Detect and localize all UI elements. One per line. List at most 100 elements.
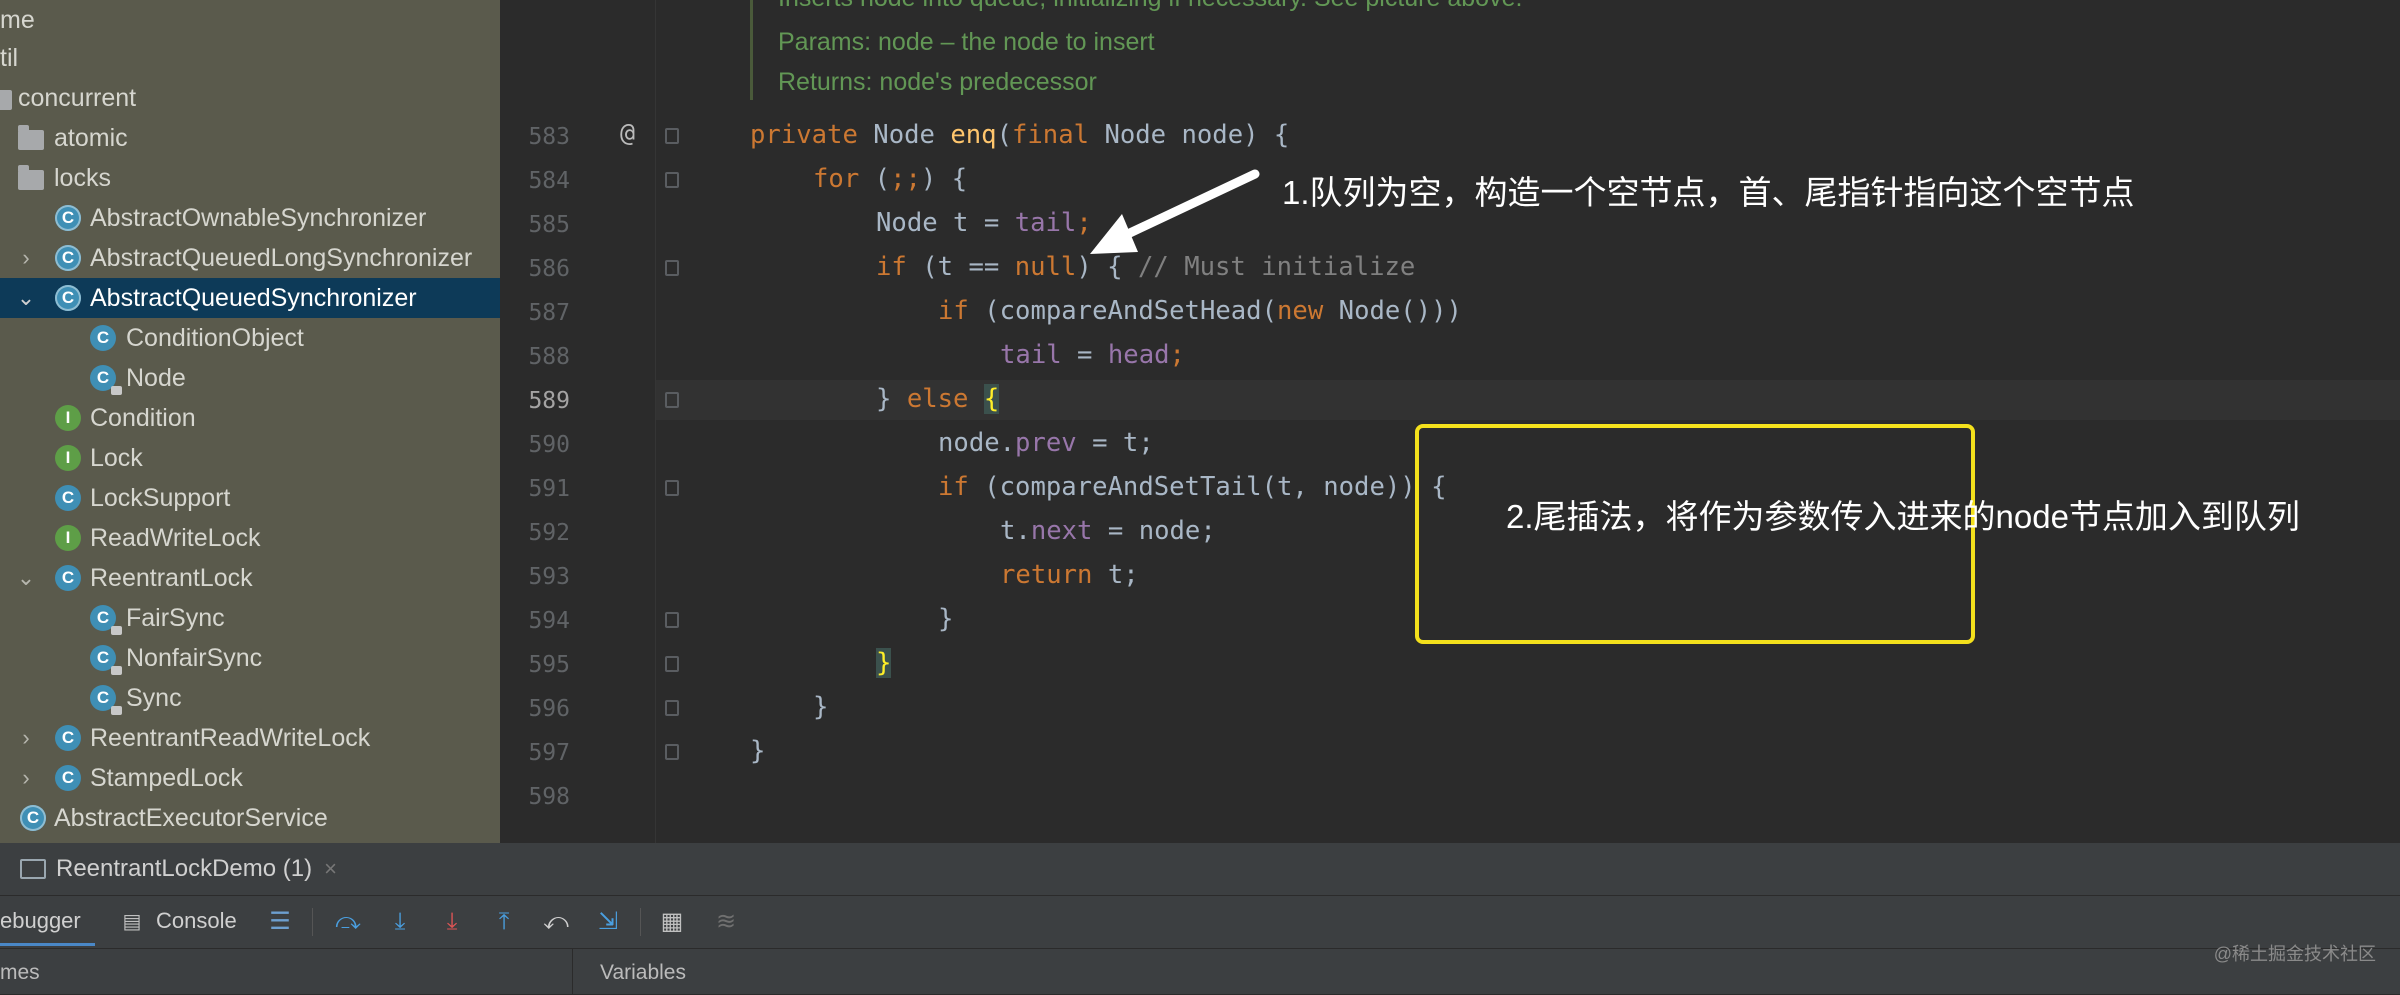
- step-over-icon[interactable]: ⤼: [334, 908, 362, 936]
- code-line-current[interactable]: } else {: [876, 384, 1000, 414]
- line-number[interactable]: 595: [500, 652, 570, 678]
- fold-marker-icon[interactable]: [665, 612, 679, 628]
- tree-item-reentrant-read-write-lock[interactable]: › C ReentrantReadWriteLock: [0, 718, 500, 758]
- tree-item-home[interactable]: me: [0, 0, 500, 40]
- tree-item-label: AbstractOwnableSynchronizer: [90, 203, 427, 232]
- fold-marker-icon[interactable]: [665, 656, 679, 672]
- line-number[interactable]: 585: [500, 212, 570, 238]
- code-line[interactable]: private Node enq(final Node node) {: [750, 120, 1289, 150]
- chevron-down-icon[interactable]: ⌄: [16, 287, 36, 309]
- code-token: =: [1061, 340, 1108, 370]
- line-number[interactable]: 584: [500, 168, 570, 194]
- tree-item-stamped-lock[interactable]: › C StampedLock: [0, 758, 500, 798]
- tree-item-condition[interactable]: I Condition: [0, 398, 500, 438]
- chevron-right-icon[interactable]: ›: [16, 247, 36, 269]
- tree-item-sync[interactable]: C Sync: [0, 678, 500, 718]
- drop-frame-icon[interactable]: ⤺: [542, 908, 570, 936]
- code-line[interactable]: if (compareAndSetTail(t, node)) {: [938, 472, 1447, 502]
- line-number[interactable]: 594: [500, 608, 570, 634]
- evaluate-expression-icon[interactable]: ▦: [658, 908, 686, 936]
- fold-marker-icon[interactable]: [665, 480, 679, 496]
- line-number[interactable]: 597: [500, 740, 570, 766]
- fold-marker-icon[interactable]: [665, 260, 679, 276]
- tree-item-atomic[interactable]: atomic: [0, 118, 500, 158]
- line-number[interactable]: 590: [500, 432, 570, 458]
- line-number-current[interactable]: 589: [500, 388, 570, 414]
- code-line[interactable]: }: [750, 736, 765, 766]
- class-icon: C: [90, 605, 122, 635]
- code-comment: // Must initialize: [1137, 252, 1416, 282]
- tree-item-abstract-ownable-synchronizer[interactable]: C AbstractOwnableSynchronizer: [0, 198, 500, 238]
- step-into-icon[interactable]: ⤓: [386, 908, 414, 936]
- override-marker-icon[interactable]: @: [620, 118, 635, 147]
- tree-item-node[interactable]: C Node: [0, 358, 500, 398]
- variables-panel-title[interactable]: Variables: [600, 961, 686, 985]
- code-token: prev: [1015, 428, 1077, 458]
- trace-stream-icon[interactable]: ≋: [712, 908, 740, 936]
- tree-item-read-write-lock[interactable]: I ReadWriteLock: [0, 518, 500, 558]
- code-line[interactable]: tail = head;: [1000, 340, 1185, 370]
- force-step-into-icon[interactable]: ⤓: [438, 908, 466, 936]
- code-line[interactable]: if (t == null) { // Must initialize: [876, 252, 1415, 282]
- code-line[interactable]: if (compareAndSetHead(new Node())): [938, 296, 1462, 326]
- run-to-cursor-icon[interactable]: ⇲: [594, 908, 622, 936]
- code-line[interactable]: for (;;) {: [813, 164, 967, 194]
- abstract-class-icon: C: [55, 205, 81, 231]
- chevron-down-icon[interactable]: ⌄: [16, 567, 36, 589]
- tree-item-abstract-executor-service[interactable]: C AbstractExecutorService: [0, 798, 500, 838]
- tree-item-nonfair-sync[interactable]: C NonfairSync: [0, 638, 500, 678]
- line-number[interactable]: 592: [500, 520, 570, 546]
- line-number[interactable]: 583: [500, 124, 570, 150]
- panel-divider[interactable]: [572, 949, 573, 995]
- layout-icon[interactable]: ☰: [266, 908, 294, 936]
- code-token: Node())): [1338, 296, 1462, 326]
- tree-item-concurrent[interactable]: concurrent: [0, 78, 500, 118]
- chevron-right-icon[interactable]: ›: [16, 767, 36, 789]
- line-number[interactable]: 588: [500, 344, 570, 370]
- chevron-right-icon[interactable]: ›: [16, 727, 36, 749]
- tree-item-condition-object[interactable]: C ConditionObject: [0, 318, 500, 358]
- tree-item-label: ConditionObject: [126, 323, 304, 352]
- code-line[interactable]: Node t = tail;: [876, 208, 1092, 238]
- code-token: = t;: [1076, 428, 1154, 458]
- code-line[interactable]: t.next = node;: [1000, 516, 1216, 546]
- doc-comment-line: Params: node – the node to insert: [778, 28, 1155, 56]
- code-line[interactable]: }: [938, 604, 953, 634]
- tree-item-locks[interactable]: locks: [0, 158, 500, 198]
- fold-marker-icon[interactable]: [665, 744, 679, 760]
- tab-debugger[interactable]: ebugger: [0, 908, 81, 934]
- code-line[interactable]: }: [813, 692, 828, 722]
- code-token: }: [938, 604, 954, 634]
- tree-item-lock-support[interactable]: C LockSupport: [0, 478, 500, 518]
- tree-item-abstract-queued-long-synchronizer[interactable]: › C AbstractQueuedLongSynchronizer: [0, 238, 500, 278]
- code-token: t;: [1107, 560, 1139, 590]
- code-line[interactable]: return t;: [1000, 560, 1139, 590]
- close-icon[interactable]: ×: [324, 856, 337, 882]
- code-line[interactable]: }: [876, 648, 892, 678]
- fold-marker-icon[interactable]: [665, 392, 679, 408]
- matched-brace: {: [983, 384, 1000, 414]
- class-icon: C: [90, 685, 122, 715]
- fold-marker-icon[interactable]: [665, 172, 679, 188]
- tab-reentrant-lock-demo[interactable]: ReentrantLockDemo (1) ×: [20, 853, 337, 885]
- frames-panel-title[interactable]: mes: [0, 961, 40, 985]
- tree-item-abstract-queued-synchronizer[interactable]: ⌄ C AbstractQueuedSynchronizer: [0, 278, 500, 318]
- line-number[interactable]: 598: [500, 784, 570, 810]
- tree-item-util[interactable]: til: [0, 38, 500, 78]
- line-number[interactable]: 593: [500, 564, 570, 590]
- code-line[interactable]: node.prev = t;: [938, 428, 1154, 458]
- line-number[interactable]: 596: [500, 696, 570, 722]
- code-editor[interactable]: Inserts node into queue, initializing if…: [500, 0, 2400, 843]
- line-number[interactable]: 591: [500, 476, 570, 502]
- fold-marker-icon[interactable]: [665, 128, 679, 144]
- tree-item-fair-sync[interactable]: C FairSync: [0, 598, 500, 638]
- line-number[interactable]: 587: [500, 300, 570, 326]
- fold-marker-icon[interactable]: [665, 700, 679, 716]
- tree-item-reentrant-lock[interactable]: ⌄ C ReentrantLock: [0, 558, 500, 598]
- tree-item-lock[interactable]: I Lock: [0, 438, 500, 478]
- code-token: head: [1107, 340, 1170, 370]
- tree-item-label: LockSupport: [90, 483, 231, 512]
- line-number[interactable]: 586: [500, 256, 570, 282]
- tab-console[interactable]: Console: [156, 908, 237, 934]
- step-out-icon[interactable]: ⤒: [490, 908, 518, 936]
